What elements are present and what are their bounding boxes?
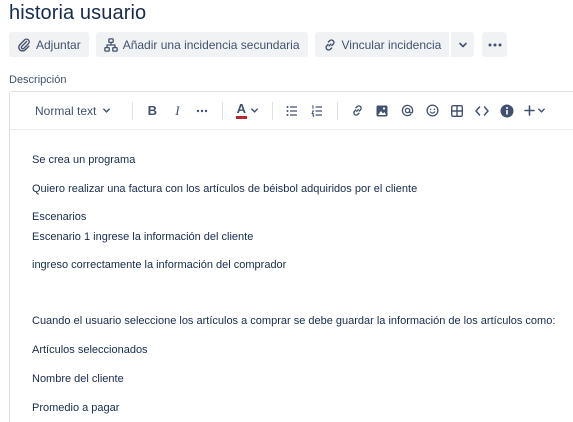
emoji-button[interactable]: [420, 99, 444, 123]
paperclip-icon: [18, 37, 30, 52]
numbered-list-icon: [311, 105, 323, 117]
text-color-button[interactable]: A: [230, 99, 264, 123]
text-style-label: Normal text: [35, 103, 97, 118]
bold-button[interactable]: B: [140, 99, 164, 123]
numbered-list-button[interactable]: [305, 99, 329, 123]
toolbar-divider: [222, 101, 224, 120]
attach-label: Adjuntar: [36, 37, 81, 52]
chevron-down-icon: [459, 42, 467, 47]
link-icon: [325, 38, 334, 51]
link-issue-dropdown-button[interactable]: [451, 32, 475, 57]
bullet-list-icon: [286, 105, 298, 116]
empty-paragraph: [32, 286, 573, 302]
add-child-issue-label: Añadir una incidencia secundaria: [122, 37, 300, 52]
mention-button[interactable]: [395, 99, 419, 123]
table-icon: [451, 104, 464, 117]
paragraph: ingreso correctamente la información del…: [32, 259, 287, 271]
description-label: Descripción: [9, 74, 67, 86]
text-color-swatch: [235, 115, 247, 119]
chevron-down-icon: [103, 108, 111, 113]
paragraph: Se crea un programa: [32, 154, 136, 166]
insert-table-button[interactable]: [445, 99, 469, 123]
mention-icon: [401, 104, 414, 117]
add-child-issue-button[interactable]: Añadir una incidencia secundaria: [95, 32, 308, 57]
attach-button[interactable]: Adjuntar: [9, 32, 89, 57]
editor-toolbar: Normal text B I A: [10, 92, 573, 130]
editor-content[interactable]: Se crea un programa Quiero realizar una …: [10, 130, 573, 416]
link-issue-label: Vincular incidencia: [341, 37, 442, 52]
paragraph: Escenario 1 ingrese la información del c…: [32, 231, 254, 243]
toolbar-divider: [337, 101, 339, 120]
paragraph: Cuando el usuario seleccione los artícul…: [32, 315, 556, 327]
text-color-letter: A: [236, 100, 247, 116]
more-icon: [197, 109, 208, 112]
hierarchy-icon: [103, 37, 118, 52]
more-actions-button[interactable]: [482, 32, 508, 57]
more-formatting-button[interactable]: [190, 99, 214, 123]
info-icon: [500, 104, 514, 117]
plus-icon: [524, 105, 536, 116]
insert-image-button[interactable]: [370, 99, 394, 123]
bullet-list-button[interactable]: [280, 99, 304, 123]
chevron-down-icon: [538, 108, 546, 113]
italic-button[interactable]: I: [165, 99, 189, 123]
link-icon: [353, 105, 362, 116]
more-icon: [488, 43, 502, 46]
chevron-down-icon: [250, 108, 258, 113]
image-icon: [376, 105, 388, 116]
paragraph: Nombre del cliente: [32, 373, 124, 385]
issue-title[interactable]: historia usuario: [9, 2, 146, 25]
insert-link-button[interactable]: [345, 99, 369, 123]
insert-more-button[interactable]: [522, 99, 548, 123]
paragraph: Quiero realizar una factura con los artí…: [32, 183, 418, 195]
toolbar-divider: [132, 101, 134, 120]
code-snippet-button[interactable]: [470, 99, 494, 123]
paragraph: Escenarios: [32, 211, 87, 223]
issue-action-bar: Adjuntar Añadir una incidencia secundari…: [9, 32, 514, 57]
paragraph: Promedio a pagar: [32, 402, 120, 414]
text-style-dropdown[interactable]: Normal text: [26, 99, 117, 123]
description-editor[interactable]: Normal text B I A Se crea un programa Qu…: [9, 91, 573, 422]
info-panel-button[interactable]: [495, 99, 519, 123]
code-icon: [475, 105, 490, 116]
paragraph: Artículos seleccionados: [32, 344, 148, 356]
toolbar-divider: [272, 101, 274, 120]
emoji-icon: [426, 104, 439, 117]
link-issue-button[interactable]: Vincular incidencia: [314, 32, 450, 57]
